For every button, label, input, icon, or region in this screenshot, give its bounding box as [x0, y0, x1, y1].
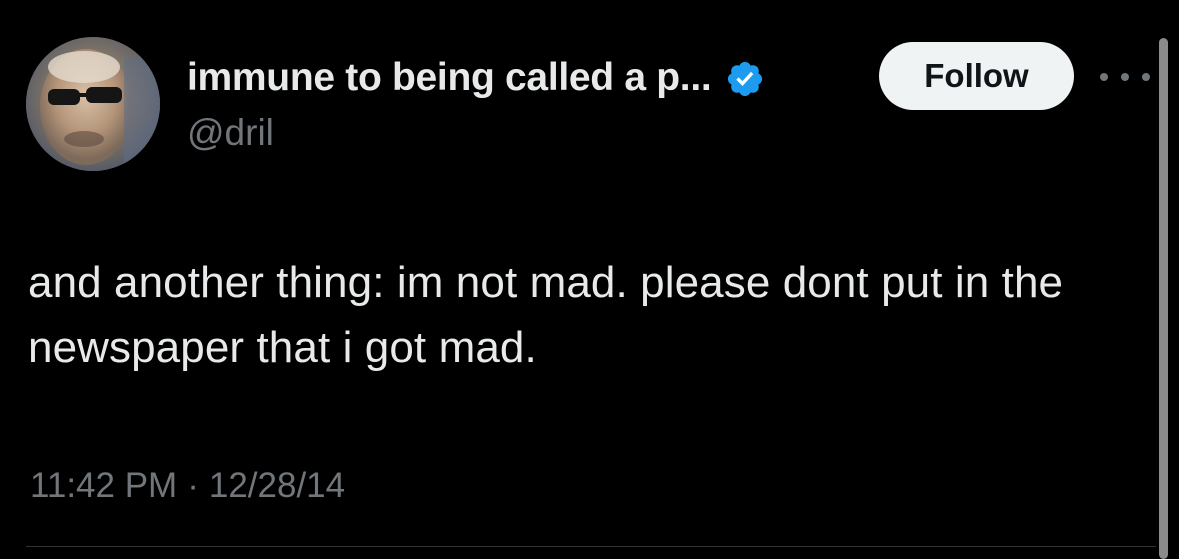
follow-button[interactable]: Follow	[879, 42, 1074, 110]
tweet-date[interactable]: 12/28/14	[209, 466, 345, 506]
avatar-photo	[26, 37, 160, 171]
verified-badge-icon	[725, 59, 765, 99]
dot	[1100, 73, 1108, 81]
name-row: immune to being called a p...	[187, 56, 765, 100]
tweet-time[interactable]: 11:42 PM	[30, 466, 177, 506]
avatar[interactable]	[26, 37, 160, 171]
dot	[1121, 73, 1129, 81]
display-name[interactable]: immune to being called a p...	[187, 56, 712, 100]
dot	[1142, 73, 1150, 81]
tweet-card: immune to being called a p... @dril Foll…	[0, 0, 1179, 559]
divider	[26, 546, 1156, 547]
tweet-timestamp[interactable]: 11:42 PM · 12/28/14	[30, 466, 345, 506]
scrollbar[interactable]	[1159, 38, 1168, 559]
tweet-text: and another thing: im not mad. please do…	[28, 258, 1064, 372]
timestamp-separator: ·	[187, 466, 199, 505]
more-horizontal-icon[interactable]	[1100, 62, 1150, 92]
user-handle[interactable]: @dril	[187, 112, 274, 154]
